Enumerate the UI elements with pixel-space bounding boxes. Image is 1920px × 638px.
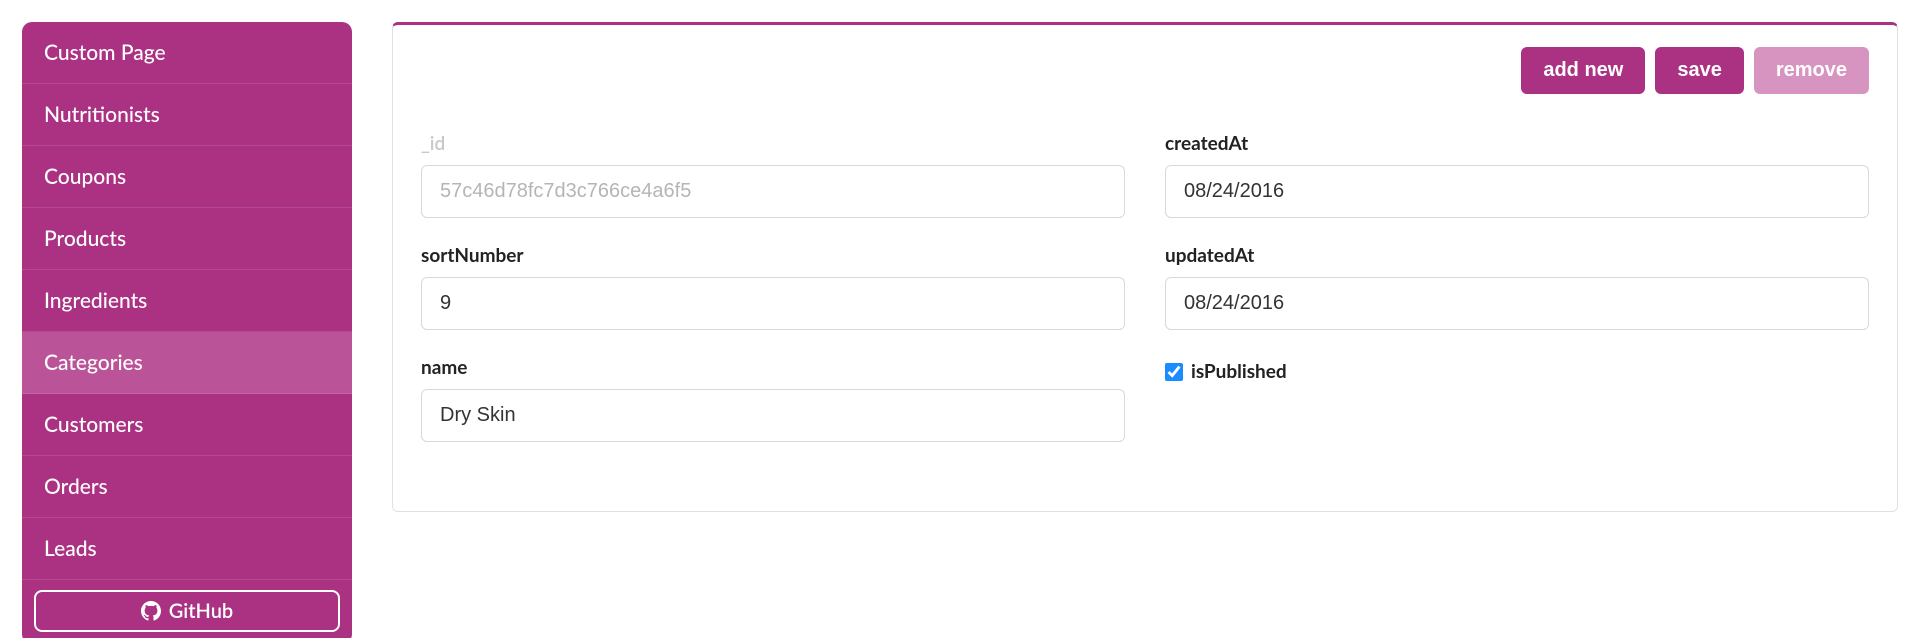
sidebar-item-orders[interactable]: Orders <box>22 456 352 518</box>
sidebar-item-label: Leads <box>44 536 97 561</box>
sidebar-item-label: Categories <box>44 350 143 375</box>
save-button[interactable]: save <box>1655 47 1744 94</box>
sidebar-item-label: Products <box>44 226 126 251</box>
add-new-button[interactable]: add new <box>1521 47 1645 94</box>
field-sort-number: sortNumber <box>421 244 1125 330</box>
sidebar-item-label: Custom Page <box>44 40 166 65</box>
github-icon <box>141 601 161 621</box>
updated-at-input[interactable] <box>1165 277 1869 330</box>
main-panel: add new save remove _id sortNumber name <box>392 22 1898 512</box>
sidebar-item-leads[interactable]: Leads <box>22 518 352 580</box>
sidebar-item-nutritionists[interactable]: Nutritionists <box>22 84 352 146</box>
sidebar-item-label: Nutritionists <box>44 102 160 127</box>
sidebar-item-customers[interactable]: Customers <box>22 394 352 456</box>
field-is-published: isPublished <box>1165 356 1869 383</box>
sidebar-item-products[interactable]: Products <box>22 208 352 270</box>
field-label-is-published: isPublished <box>1191 360 1287 383</box>
field-name: name <box>421 356 1125 442</box>
name-input[interactable] <box>421 389 1125 442</box>
field-label-created-at: createdAt <box>1165 132 1869 155</box>
field-updated-at: updatedAt <box>1165 244 1869 330</box>
field-id: _id <box>421 132 1125 218</box>
sidebar-item-ingredients[interactable]: Ingredients <box>22 270 352 332</box>
field-label-sort-number: sortNumber <box>421 244 1125 267</box>
created-at-input[interactable] <box>1165 165 1869 218</box>
github-button[interactable]: GitHub <box>34 590 340 632</box>
field-label-id: _id <box>421 132 1125 155</box>
field-created-at: createdAt <box>1165 132 1869 218</box>
field-label-updated-at: updatedAt <box>1165 244 1869 267</box>
remove-button[interactable]: remove <box>1754 47 1869 94</box>
github-label: GitHub <box>169 599 233 623</box>
form-grid: _id sortNumber name createdAt <box>421 132 1869 442</box>
action-bar: add new save remove <box>421 47 1869 94</box>
sidebar-item-label: Orders <box>44 474 108 499</box>
field-label-name: name <box>421 356 1125 379</box>
id-input <box>421 165 1125 218</box>
sidebar-item-label: Coupons <box>44 164 126 189</box>
sidebar: Custom Page Nutritionists Coupons Produc… <box>22 22 352 638</box>
sidebar-item-label: Ingredients <box>44 288 147 313</box>
sidebar-item-categories[interactable]: Categories <box>22 332 352 394</box>
sidebar-item-custom-page[interactable]: Custom Page <box>22 22 352 84</box>
sidebar-item-coupons[interactable]: Coupons <box>22 146 352 208</box>
is-published-checkbox[interactable] <box>1165 363 1183 381</box>
sort-number-input[interactable] <box>421 277 1125 330</box>
sidebar-item-label: Customers <box>44 412 143 437</box>
